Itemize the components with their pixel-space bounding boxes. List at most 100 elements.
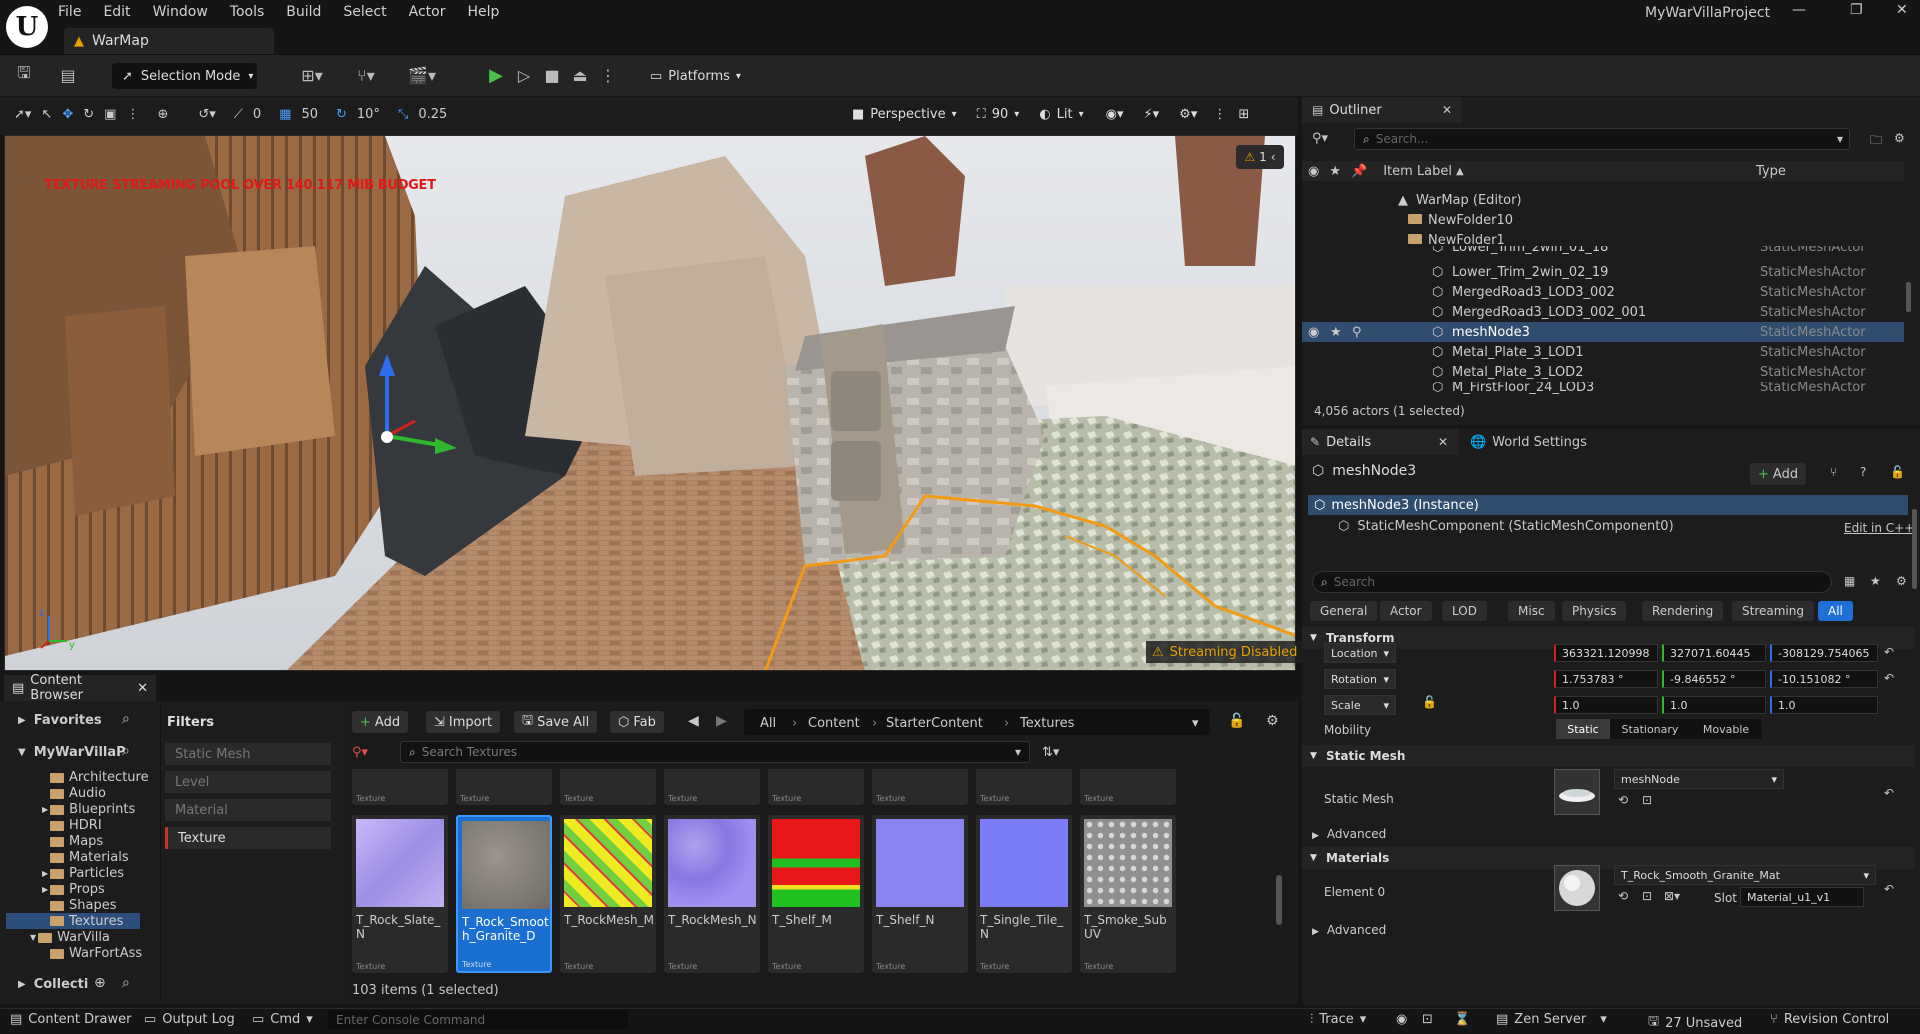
pin-icon[interactable]: ⚲ <box>1352 325 1362 340</box>
location-z-field[interactable]: -308129.754065 <box>1770 644 1878 662</box>
asset-tile[interactable]: T_Shelf_N Texture <box>872 815 968 973</box>
slot-name-field[interactable]: Material_u1_v1 <box>1740 887 1864 907</box>
reset-icon[interactable]: ↶ <box>1884 645 1894 659</box>
grid-view-icon[interactable]: ▦ <box>1844 574 1855 588</box>
category-rendering[interactable]: Rendering <box>1642 601 1724 621</box>
select-tool-icon[interactable]: ➚▾ <box>14 107 31 122</box>
revision-control-button[interactable]: ⑂ Revision Control <box>1770 1012 1889 1027</box>
console-input[interactable]: Enter Console Command <box>328 1010 628 1029</box>
cinematics-icon[interactable]: 🎬▾ <box>402 63 442 87</box>
save-icon[interactable]: 🖫 <box>12 63 36 87</box>
settings-icon[interactable]: ⚙ <box>1894 131 1905 145</box>
tab-details[interactable]: ✎ Details ✕ <box>1302 429 1458 455</box>
fab-button[interactable]: ⬡ Fab <box>610 711 664 733</box>
browse-icon[interactable]: ⟲ <box>1618 889 1628 903</box>
outliner-row[interactable]: ▲ WarMap (Editor) <box>1302 190 1904 210</box>
static-mesh-section[interactable]: ▼ Static Mesh <box>1302 745 1914 767</box>
pin-icon[interactable]: 📌 <box>1351 164 1367 179</box>
rotation-snap-icon[interactable]: ↻ <box>336 107 347 122</box>
static-mesh-thumbnail[interactable] <box>1554 769 1600 815</box>
show-icon[interactable]: ◉▾ <box>1106 107 1124 122</box>
edit-in-cpp-link[interactable]: Edit in C++ <box>1844 521 1914 535</box>
asset-tile[interactable]: T_Single_Tile_N Texture <box>976 815 1072 973</box>
tab-world-settings[interactable]: 🌐 World Settings <box>1470 429 1587 455</box>
search-icon[interactable]: ⌕ <box>122 743 130 759</box>
advanced-expander[interactable]: ▶ Advanced <box>1312 923 1386 937</box>
close-icon[interactable]: ✕ <box>137 681 148 696</box>
favorites-header[interactable]: ▶ Favorites <box>18 713 102 728</box>
outliner-row[interactable]: ⬡ M_FirstFloor_24_LOD3 StaticMeshActor <box>1302 382 1904 394</box>
filter-texture[interactable]: Texture <box>165 827 331 849</box>
outliner-row[interactable]: ⬡ MergedRoad3_LOD3_002 StaticMeshActor <box>1302 282 1904 302</box>
scale-z-field[interactable]: 1.0 <box>1770 696 1878 714</box>
location-dropdown[interactable]: Location ▾ <box>1324 643 1396 663</box>
help-icon[interactable]: ? <box>1860 465 1866 479</box>
asset-tile-partial[interactable]: Texture <box>768 769 864 805</box>
translate-icon[interactable]: ✥ <box>62 107 73 122</box>
folder-materials[interactable]: Materials <box>50 850 129 865</box>
filter-icon[interactable]: ⚲▾ <box>1312 131 1328 146</box>
outliner-row[interactable]: NewFolder10 <box>1302 210 1904 230</box>
lock-icon[interactable]: 🔓 <box>1422 695 1437 709</box>
location-x-field[interactable]: 363321.120998 <box>1554 644 1658 662</box>
browse-icon[interactable]: ⟲ <box>1618 793 1628 807</box>
add-button[interactable]: + Add <box>352 711 409 733</box>
search-textures-input[interactable]: ⌕ Search Textures ▾ <box>400 741 1030 763</box>
add-collection-icon[interactable]: ⊕ <box>94 975 106 991</box>
outliner-search-input[interactable]: ⌕ Search... ▾ <box>1354 128 1850 150</box>
scale-icon[interactable]: ▣ <box>104 107 116 122</box>
asset-view-scrollbar[interactable] <box>1276 875 1282 925</box>
snap-toggle-icon[interactable]: ⟋ <box>234 107 243 122</box>
asset-tile-partial[interactable]: Texture <box>1080 769 1176 805</box>
rotation-dropdown[interactable]: Rotation ▾ <box>1324 669 1396 689</box>
chevron-down-icon[interactable]: ▾ <box>1192 716 1199 731</box>
mobility-stationary[interactable]: Stationary <box>1610 723 1690 736</box>
close-icon[interactable]: ✕ <box>1438 435 1448 449</box>
scale-dropdown[interactable]: Scale ▾ <box>1324 695 1396 715</box>
tab-outliner[interactable]: ▤ Outliner ✕ <box>1302 97 1462 123</box>
category-misc[interactable]: Misc <box>1508 601 1555 621</box>
layout-icon[interactable]: ⊞ <box>1238 107 1249 122</box>
eject-icon[interactable]: ⏏ <box>568 63 592 87</box>
outliner-row[interactable]: ⬡ MergedRoad3_LOD3_002_001 StaticMeshActor <box>1302 302 1904 322</box>
asset-tile-partial[interactable]: Texture <box>976 769 1072 805</box>
close-icon[interactable]: ✕ <box>1442 103 1452 117</box>
menu-help[interactable]: Help <box>467 4 499 20</box>
category-physics[interactable]: Physics <box>1562 601 1627 621</box>
settings-icon[interactable]: ⚙ <box>1266 713 1279 729</box>
menu-window[interactable]: Window <box>153 4 208 20</box>
project-root[interactable]: ▼ MyWarVillaP <box>18 745 126 760</box>
folder-audio[interactable]: Audio <box>50 786 106 801</box>
menu-build[interactable]: Build <box>286 4 321 20</box>
surface-snap-icon[interactable]: ↺▾ <box>198 107 215 122</box>
find-in-browser-icon[interactable]: ⊡ <box>1642 793 1652 807</box>
filter-level[interactable]: Level <box>165 771 331 793</box>
rotation-snap-value[interactable]: 10° <box>357 107 380 122</box>
filter-funnel-icon[interactable]: ⚲▾ <box>352 745 368 760</box>
asset-tile-partial[interactable]: Texture <box>872 769 968 805</box>
favorite-icon[interactable]: ★ <box>1870 574 1881 588</box>
search-icon[interactable]: ⌕ <box>122 711 130 727</box>
grid-snap-value[interactable]: 50 <box>301 107 318 122</box>
asset-tile-partial[interactable]: Texture <box>664 769 760 805</box>
forward-icon[interactable]: ▶ <box>716 713 727 729</box>
filter-static-mesh[interactable]: Static Mesh <box>165 743 331 765</box>
lock-icon[interactable]: 🔓 <box>1228 713 1245 729</box>
trace-button[interactable]: ⫶ Trace ▾ <box>1310 1012 1366 1027</box>
location-y-field[interactable]: 327071.60445 <box>1662 644 1766 662</box>
visibility-icon[interactable]: ◉ <box>1308 325 1319 340</box>
folder-maps[interactable]: Maps <box>50 834 103 849</box>
more-icon[interactable]: ⋮ <box>1213 107 1226 122</box>
reset-icon[interactable]: ↶ <box>1884 671 1894 685</box>
asset-tile[interactable]: T_RockMesh_M Texture <box>560 815 656 973</box>
add-actor-icon[interactable]: ⊞▾ <box>292 63 332 87</box>
scale-snap-value[interactable]: 0.25 <box>418 107 447 122</box>
category-general[interactable]: General <box>1310 601 1378 621</box>
scale-snap-icon[interactable]: ⤡ <box>398 107 408 122</box>
record-icon[interactable]: ◉ <box>1396 1012 1407 1027</box>
tab-content-browser[interactable]: ▤ Content Browser ✕ <box>4 673 156 703</box>
menu-select[interactable]: Select <box>343 4 386 20</box>
grid-snap-icon[interactable]: ▦ <box>279 107 291 122</box>
asset-tile[interactable]: T_Shelf_M Texture <box>768 815 864 973</box>
favorite-icon[interactable]: ★ <box>1329 164 1341 179</box>
